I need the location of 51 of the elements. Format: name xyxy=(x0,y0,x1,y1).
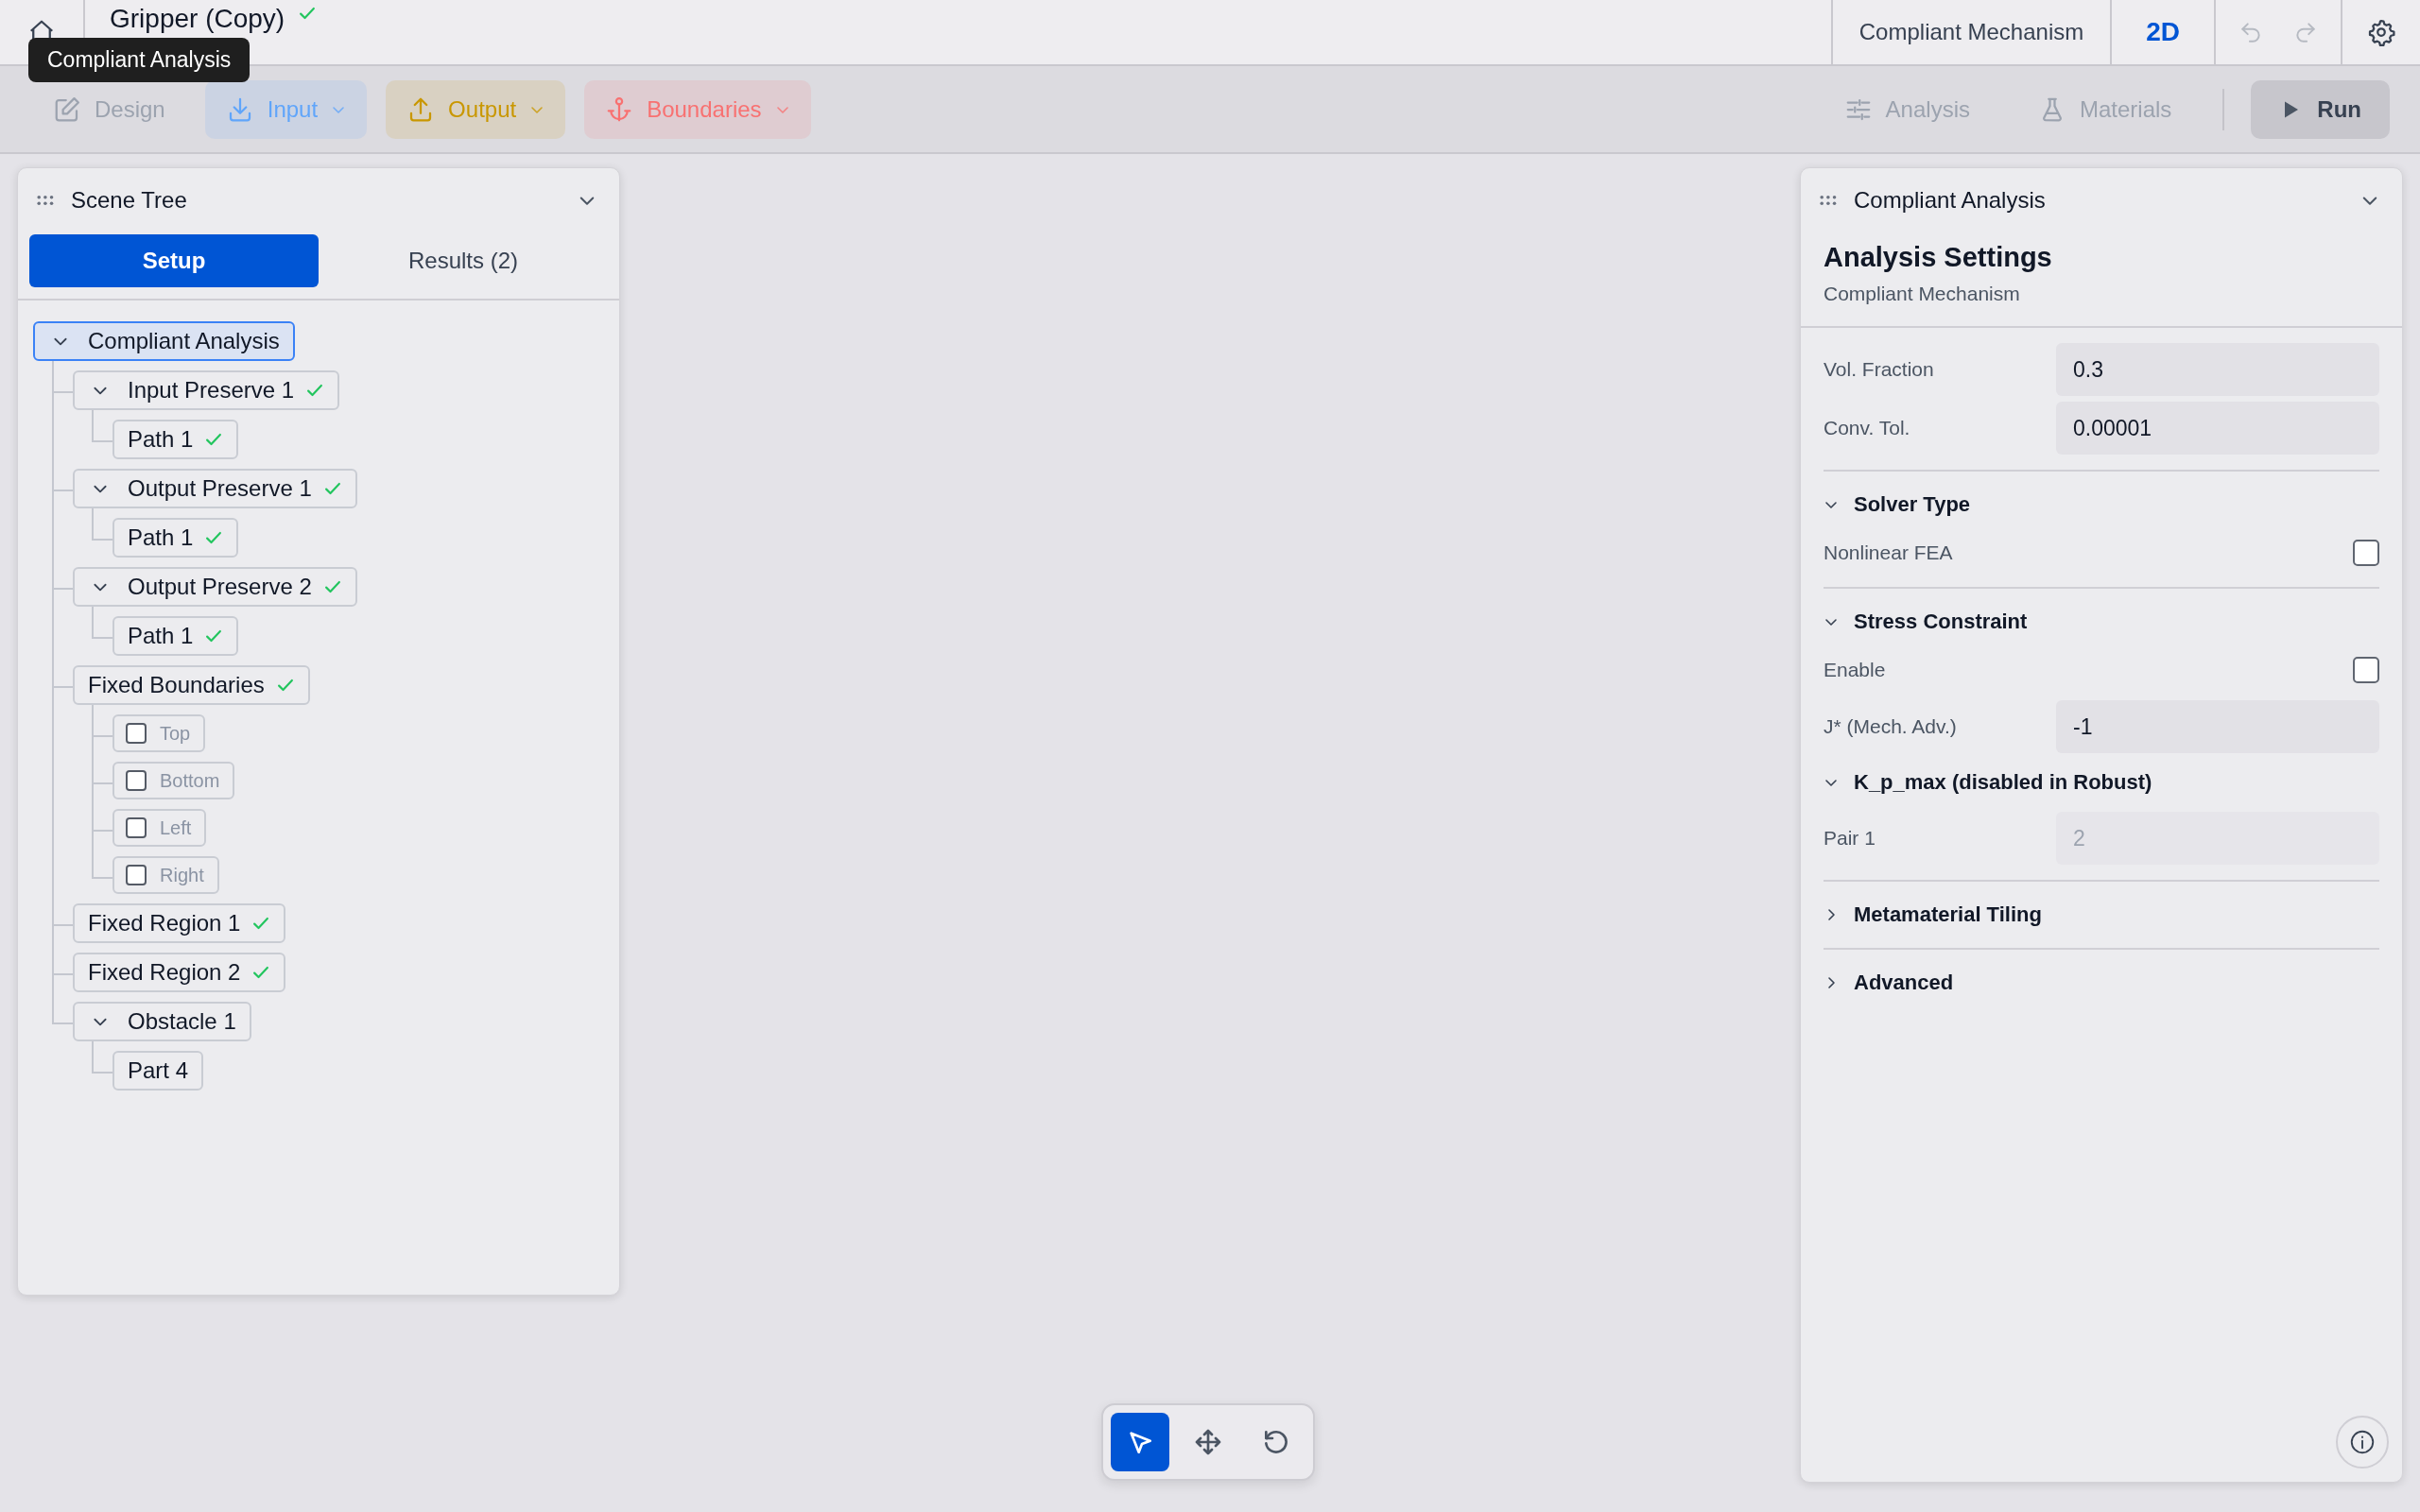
section-header[interactable]: K_p_max (disabled in Robust) xyxy=(1824,759,2152,806)
tree-item[interactable]: Output Preserve 2 xyxy=(73,567,357,607)
field-label: Pair 1 xyxy=(1824,827,1876,850)
panel-title: Scene Tree xyxy=(71,187,188,214)
checkbox[interactable] xyxy=(126,723,147,744)
input-field[interactable]: -1 xyxy=(2056,700,2379,753)
checkbox-label: Enable xyxy=(1824,659,1887,681)
info-button[interactable] xyxy=(2336,1416,2389,1469)
checkbox[interactable] xyxy=(2353,540,2379,566)
tree-item[interactable]: Compliant Analysis xyxy=(33,321,295,361)
tree-item[interactable]: Output Preserve 1 xyxy=(73,469,357,508)
checkbox[interactable] xyxy=(126,817,147,838)
tooltip: Compliant Analysis xyxy=(28,38,251,82)
tree-item[interactable]: Fixed Region 1 xyxy=(73,903,286,943)
panel-title: Compliant Analysis xyxy=(1854,187,2047,214)
run-button[interactable]: Run xyxy=(2251,79,2390,139)
tab[interactable]: Results (2) xyxy=(319,234,608,287)
settings-heading: Analysis Settings xyxy=(1824,242,2053,273)
mode-label[interactable]: Compliant Mechanism xyxy=(1858,19,2084,45)
project-title: Gripper (Copy) xyxy=(110,4,285,34)
section-header[interactable]: Advanced xyxy=(1824,959,1954,1006)
tab[interactable]: Setup xyxy=(29,234,319,287)
section-header[interactable]: Solver Type xyxy=(1824,481,1971,528)
tree-item[interactable]: Path 1 xyxy=(112,616,239,656)
checkbox[interactable] xyxy=(126,770,147,791)
tree-item[interactable]: Path 1 xyxy=(112,518,239,558)
tree-item[interactable]: Obstacle 1 xyxy=(73,1002,251,1041)
tree-item[interactable]: Path 1 xyxy=(112,420,239,459)
move-icon xyxy=(1193,1427,1223,1457)
input-field[interactable]: 0.3 xyxy=(2056,343,2379,396)
tree-item[interactable]: Input Preserve 1 xyxy=(73,370,340,410)
tree-item[interactable]: Part 4 xyxy=(112,1051,204,1091)
settings-icon[interactable] xyxy=(2367,18,2395,46)
tool-button[interactable] xyxy=(1111,1413,1169,1471)
input-field[interactable]: 0.00001 xyxy=(2056,402,2379,455)
pencil-icon xyxy=(53,94,81,124)
settings-subtitle: Compliant Mechanism xyxy=(1824,283,2021,305)
tree-item[interactable]: Fixed Region 2 xyxy=(73,953,286,992)
drag-handle-icon[interactable] xyxy=(37,195,56,206)
drag-handle-icon[interactable] xyxy=(1820,195,1839,206)
checkbox-label: Nonlinear FEA xyxy=(1824,541,1954,564)
field-label: J* (Mech. Adv.) xyxy=(1824,715,1958,738)
checkbox[interactable] xyxy=(126,865,147,885)
dimension-toggle[interactable]: 2D xyxy=(2138,17,2187,47)
info-icon xyxy=(2348,1428,2377,1456)
section-header[interactable]: Stress Constraint xyxy=(1824,598,2028,645)
field-label: Conv. Tol. xyxy=(1824,417,1911,439)
checkbox[interactable] xyxy=(2353,657,2379,683)
field-label: Vol. Fraction xyxy=(1824,358,1935,381)
section-header[interactable]: Metamaterial Tiling xyxy=(1824,891,2042,938)
tree-item[interactable]: Fixed Boundaries xyxy=(73,665,310,705)
